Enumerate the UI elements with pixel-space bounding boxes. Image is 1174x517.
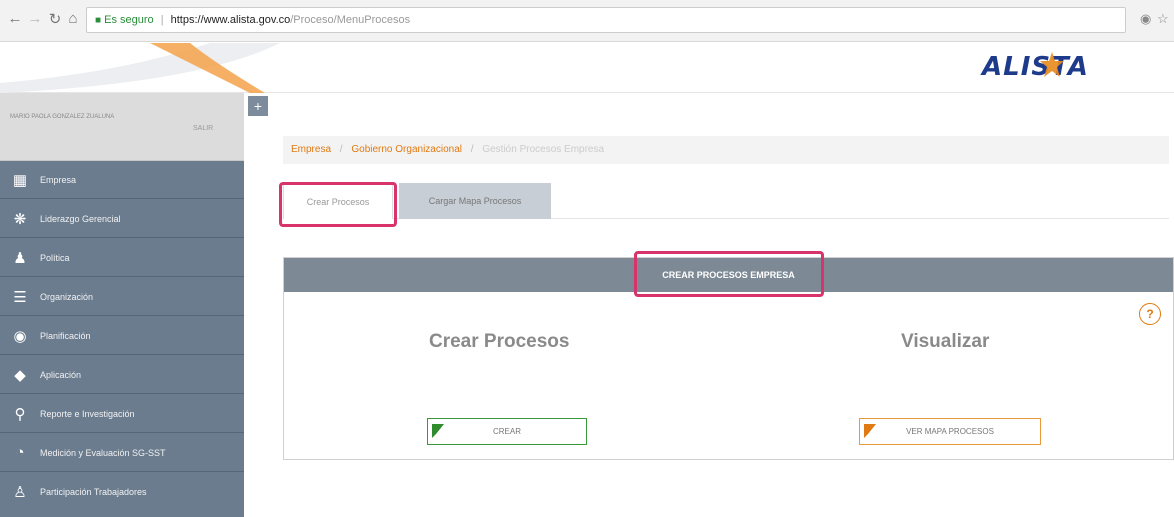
- tab-cargar-mapa-procesos[interactable]: Cargar Mapa Procesos: [399, 183, 551, 219]
- head-icon: ◉: [13, 327, 27, 345]
- pie-chart-icon: ◔: [15, 444, 25, 461]
- building-icon: ▦: [12, 171, 28, 189]
- visualizar-title: Visualizar: [901, 331, 990, 352]
- sidebar-item-label: Aplicación: [40, 369, 82, 380]
- help-icon[interactable]: ?: [1139, 303, 1161, 325]
- user-name: MARIO PAOLA GONZALEZ ZUALUNA: [10, 114, 115, 120]
- breadcrumb-item-empresa[interactable]: Empresa: [291, 144, 331, 155]
- address-bar[interactable]: ■ Es seguro | https://www.alista.gov.co/…: [86, 7, 1126, 33]
- panel-header: CREAR PROCESOS EMPRESA: [284, 258, 1173, 292]
- breadcrumb: Empresa / Gobierno Organizacional / Gest…: [283, 136, 1169, 164]
- sidebar-item-label: Empresa: [40, 174, 77, 185]
- sidebar-item-label: Participación Trabajadores: [40, 487, 147, 497]
- tab-crear-procesos[interactable]: Crear Procesos: [283, 183, 393, 219]
- header-swoosh-decoration: [0, 43, 280, 93]
- lock-icon: ■: [95, 15, 102, 26]
- sidebar-item-planificacion[interactable]: ◉ Planificación: [0, 317, 244, 355]
- ver-mapa-procesos-button[interactable]: VER MAPA PROCESOS: [859, 418, 1041, 445]
- person-icon: ♟: [13, 249, 27, 267]
- bookmark-star-icon[interactable]: ☆: [1157, 11, 1169, 27]
- forward-icon[interactable]: →: [26, 10, 44, 27]
- sidebar-item-organizacion[interactable]: ☰ Organización: [0, 278, 244, 316]
- tag-icon: ◆: [14, 366, 26, 384]
- logout-link[interactable]: SALIR: [193, 125, 213, 132]
- sidebar-item-empresa[interactable]: ▦ Empresa: [0, 161, 244, 199]
- sidebar-item-label: Liderazgo Gerencial: [40, 213, 121, 224]
- user-panel: MARIO PAOLA GONZALEZ ZUALUNA SALIR: [0, 93, 244, 161]
- sidebar-item-liderazgo[interactable]: ❋ Liderazgo Gerencial: [0, 200, 244, 238]
- sidebar: MARIO PAOLA GONZALEZ ZUALUNA SALIR ▦ Emp…: [0, 93, 244, 517]
- logo-star-icon: [1040, 52, 1064, 77]
- search-icon: ⚲: [14, 405, 26, 423]
- back-icon[interactable]: ←: [6, 10, 24, 27]
- people-icon: ❋: [13, 210, 27, 228]
- group-icon: ♙: [13, 484, 27, 501]
- crear-button[interactable]: CREAR: [427, 418, 587, 445]
- list-icon: ☰: [13, 288, 27, 306]
- tab-bar: Crear Procesos Cargar Mapa Procesos: [283, 183, 1169, 219]
- sidebar-item-label: Política: [40, 252, 70, 263]
- ver-mapa-procesos-label: VER MAPA PROCESOS: [906, 427, 994, 436]
- sidebar-item-aplicacion[interactable]: ◆ Aplicación: [0, 356, 244, 394]
- secure-label: Es seguro: [104, 14, 154, 26]
- extension-icon[interactable]: ◉: [1140, 11, 1151, 27]
- sidebar-item-participacion[interactable]: ♙ Participación Trabajadores: [0, 473, 244, 511]
- sidebar-item-label: Medición y Evaluación SG-SST: [40, 447, 166, 458]
- sidebar-item-label: Organización: [40, 291, 94, 302]
- sidebar-item-label: Planificación: [40, 330, 91, 341]
- reload-icon[interactable]: ↻: [46, 10, 64, 28]
- crear-procesos-title: Crear Procesos: [429, 331, 570, 352]
- home-icon[interactable]: ⌂: [64, 10, 82, 27]
- sidebar-toggle-button[interactable]: +: [248, 96, 268, 116]
- logo-wordmark: ALISTA: [982, 52, 1089, 82]
- alista-logo[interactable]: ALISTA: [982, 50, 1122, 88]
- crear-procesos-panel: CREAR PROCESOS EMPRESA ? Crear Procesos …: [283, 257, 1174, 460]
- sidebar-item-reporte[interactable]: ⚲ Reporte e Investigación: [0, 395, 244, 433]
- crear-button-label: CREAR: [492, 427, 521, 436]
- breadcrumb-current: Gestión Procesos Empresa: [482, 144, 605, 155]
- sidebar-item-label: Reporte e Investigación: [40, 408, 135, 419]
- browser-toolbar: ← → ↻ ⌂ ■ Es seguro | https://www.alista…: [0, 0, 1174, 42]
- sidebar-item-politica[interactable]: ♟ Política: [0, 239, 244, 277]
- sidebar-item-medicion[interactable]: ◔ Medición y Evaluación SG-SST: [0, 434, 244, 472]
- url-path: /Proceso/MenuProcesos: [290, 14, 411, 26]
- plus-icon: +: [253, 98, 263, 114]
- breadcrumb-item-gobierno[interactable]: Gobierno Organizacional: [351, 144, 462, 155]
- url-domain: https://www.alista.gov.co: [170, 14, 291, 26]
